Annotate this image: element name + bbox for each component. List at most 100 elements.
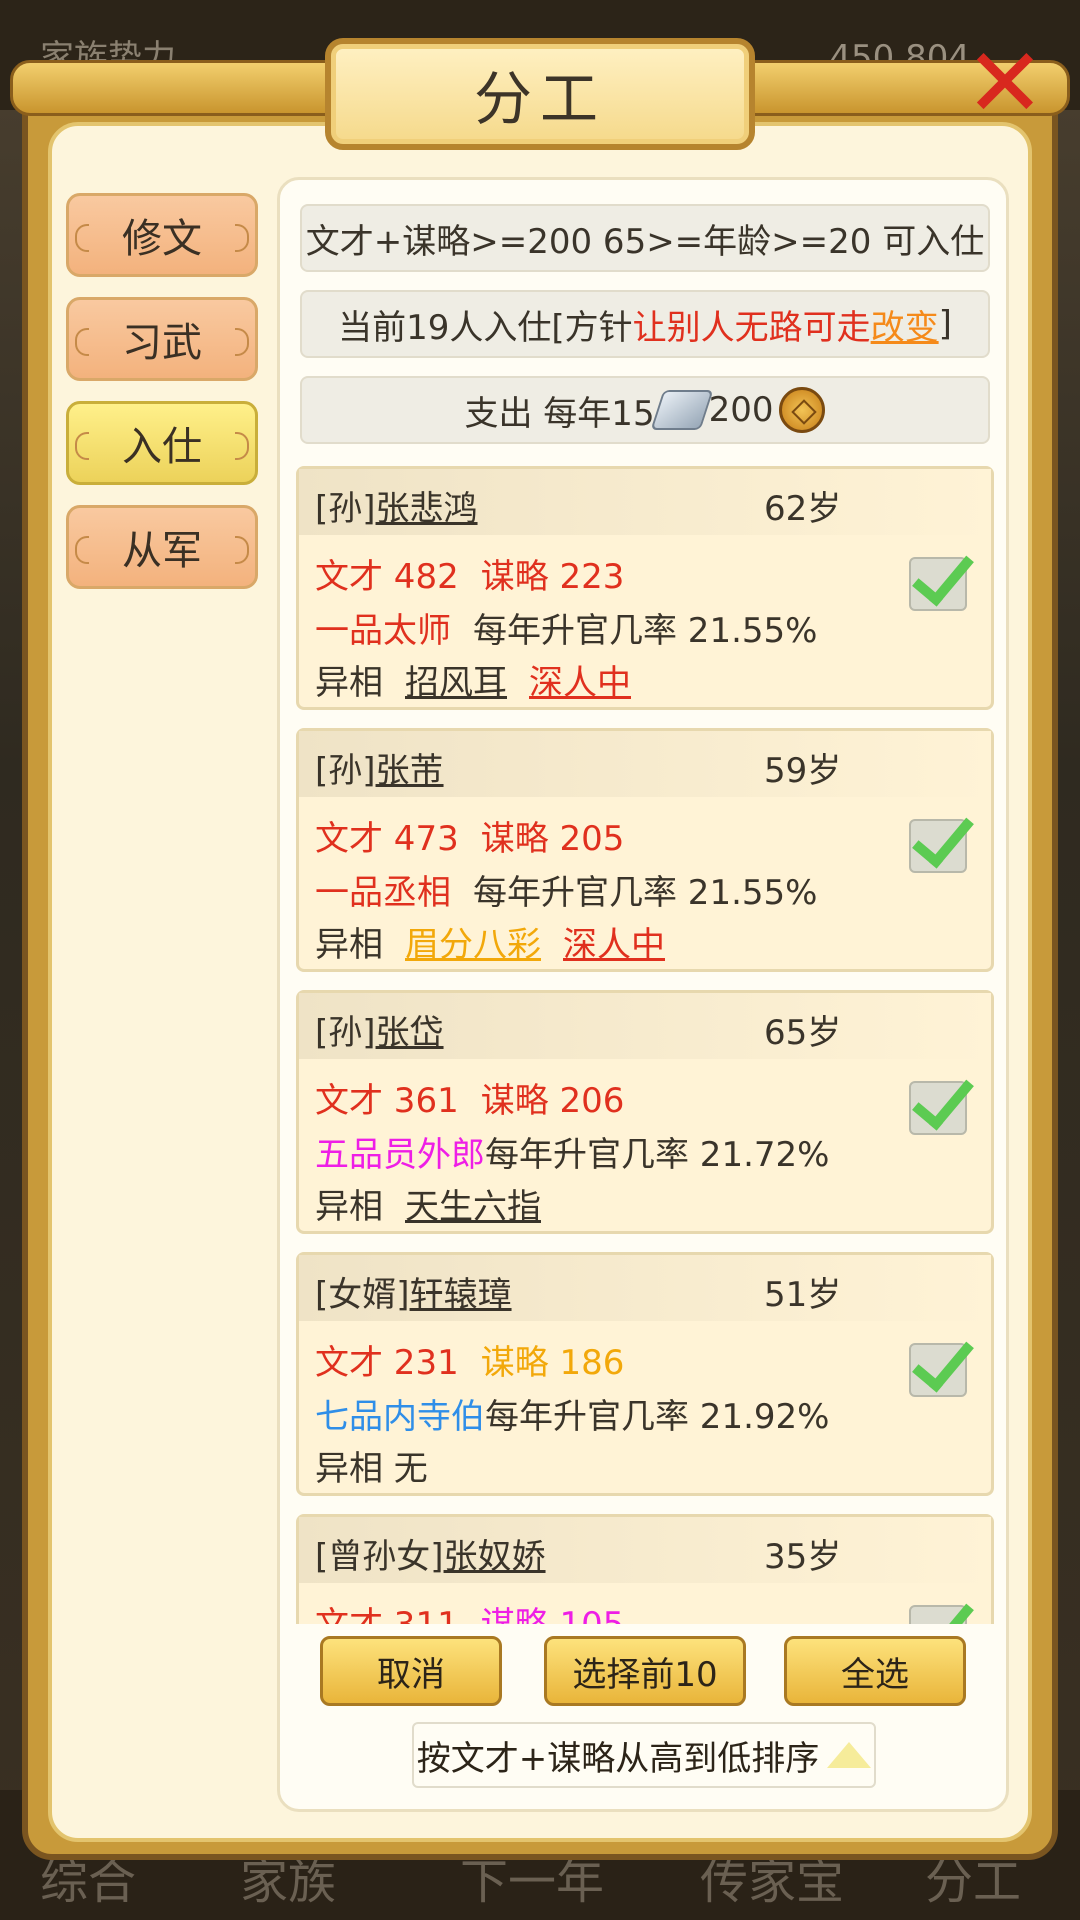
change-policy-link[interactable]: 改变 bbox=[871, 300, 939, 349]
traits-line: 异相 招风耳 深人中 bbox=[315, 655, 631, 704]
close-x-icon[interactable]: ✕ bbox=[955, 28, 1055, 138]
official-name: [孙]张芾 bbox=[315, 743, 444, 792]
policy-name: 让别人无路可走 bbox=[632, 307, 871, 348]
official-name: [曾孙女]张奴娇 bbox=[315, 1529, 546, 1578]
select-top10-label: 选择前10 bbox=[572, 1654, 718, 1695]
official-age: 65岁 bbox=[764, 1013, 842, 1053]
traits-label: 异相 bbox=[315, 925, 383, 965]
trait-tag[interactable]: 眉分八彩 bbox=[405, 925, 541, 965]
tab-office[interactable]: 入仕 bbox=[66, 401, 258, 485]
rank-line: 一品丞相 每年升官几率 21.55% bbox=[315, 865, 817, 914]
rank-label: 一品太师 bbox=[315, 611, 451, 651]
name-link[interactable]: 张芾 bbox=[376, 751, 444, 791]
rank-label: 一品丞相 bbox=[315, 873, 451, 913]
moulue-stat: 谋略 105 bbox=[481, 1605, 625, 1624]
relation-label: [孙] bbox=[315, 751, 376, 791]
promo-rate: 每年升官几率 21.72% bbox=[485, 1135, 830, 1175]
select-all-label: 全选 bbox=[841, 1654, 909, 1695]
stats-line: 文才 311 谋略 105 bbox=[315, 1597, 624, 1624]
select-top10-button[interactable]: 选择前10 bbox=[544, 1636, 746, 1706]
trait-tag[interactable]: 天生六指 bbox=[405, 1187, 541, 1227]
name-link[interactable]: 张奴娇 bbox=[444, 1537, 546, 1577]
tab-martial[interactable]: 习武 bbox=[66, 297, 258, 381]
wencai-stat: 文才 473 bbox=[315, 819, 459, 859]
tab-military[interactable]: 从军 bbox=[66, 505, 258, 589]
relation-label: [女婿] bbox=[315, 1275, 410, 1315]
moulue-stat: 谋略 186 bbox=[480, 1343, 625, 1383]
cancel-button[interactable]: 取消 bbox=[320, 1636, 502, 1706]
wencai-stat: 文才 311 bbox=[315, 1605, 459, 1624]
official-age: 51岁 bbox=[764, 1275, 842, 1315]
trait-tag[interactable]: 深人中 bbox=[529, 663, 631, 703]
expense-row: 支出 每年15 200 bbox=[300, 376, 990, 444]
name-link[interactable]: 张岱 bbox=[376, 1013, 444, 1053]
moulue-stat: 谋略 205 bbox=[480, 819, 625, 859]
stats-line: 文才 473 谋略 205 bbox=[315, 811, 624, 860]
requirement-text: 文才+谋略>=200 65>=年龄>=20 可入仕 bbox=[305, 221, 985, 262]
status-prefix: 当前19人入仕[方针 bbox=[338, 307, 633, 348]
official-age: 35岁 bbox=[764, 1537, 842, 1577]
traits-label: 异相 无 bbox=[315, 1449, 428, 1489]
name-link[interactable]: 张悲鸿 bbox=[376, 489, 478, 529]
traits-line: 异相 天生六指 bbox=[315, 1179, 541, 1228]
relation-label: [孙] bbox=[315, 1013, 376, 1053]
select-all-button[interactable]: 全选 bbox=[784, 1636, 966, 1706]
traits-label: 异相 bbox=[315, 663, 383, 703]
triangle-up-icon bbox=[827, 1742, 872, 1768]
rank-label: 七品内寺伯 bbox=[315, 1397, 485, 1437]
traits-label: 异相 bbox=[315, 1187, 383, 1227]
official-name: [女婿]轩辕璋 bbox=[315, 1267, 512, 1316]
relation-label: [曾孙女] bbox=[315, 1537, 444, 1577]
trait-tag[interactable]: 招风耳 bbox=[405, 663, 507, 703]
official-card: [曾孙女]张奴娇 35岁 文才 311 谋略 105 bbox=[296, 1514, 994, 1624]
promo-rate: 每年升官几率 21.92% bbox=[485, 1397, 830, 1437]
official-card: [女婿]轩辕璋 51岁 文才 231 谋略 186 七品内寺伯每年升官几率 21.… bbox=[296, 1252, 994, 1496]
select-checkbox[interactable] bbox=[909, 1605, 967, 1624]
cancel-label: 取消 bbox=[377, 1654, 445, 1695]
official-card: [孙]张岱 65岁 文才 361 谋略 206 五品员外郎每年升官几率 21.72… bbox=[296, 990, 994, 1234]
wencai-stat: 文才 361 bbox=[315, 1081, 459, 1121]
rank-line: 五品员外郎每年升官几率 21.72% bbox=[315, 1127, 829, 1176]
rank-line: 七品内寺伯每年升官几率 21.92% bbox=[315, 1389, 829, 1438]
wencai-stat: 文才 482 bbox=[315, 557, 459, 597]
tab-study[interactable]: 修文 bbox=[66, 193, 258, 277]
moulue-stat: 谋略 206 bbox=[480, 1081, 625, 1121]
official-age: 62岁 bbox=[764, 489, 842, 529]
select-checkbox[interactable] bbox=[909, 1081, 967, 1135]
rank-label: 五品员外郎 bbox=[315, 1135, 485, 1175]
tab-label: 从军 bbox=[122, 528, 202, 574]
select-checkbox[interactable] bbox=[909, 557, 967, 611]
tab-label: 入仕 bbox=[122, 424, 202, 470]
promo-rate: 每年升官几率 21.55% bbox=[473, 873, 818, 913]
moulue-stat: 谋略 223 bbox=[480, 557, 625, 597]
select-checkbox[interactable] bbox=[909, 1343, 967, 1397]
stats-line: 文才 361 谋略 206 bbox=[315, 1073, 624, 1122]
traits-line: 异相 无 bbox=[315, 1441, 428, 1490]
official-name: [孙]张悲鸿 bbox=[315, 481, 478, 530]
relation-label: [孙] bbox=[315, 489, 376, 529]
name-link[interactable]: 轩辕璋 bbox=[410, 1275, 512, 1315]
dialog-title-plate: 分工 bbox=[325, 38, 755, 150]
tab-label: 习武 bbox=[122, 320, 202, 366]
copper-coin-icon bbox=[779, 387, 826, 433]
silver-ingot-icon bbox=[650, 390, 714, 430]
status-row: 当前19人入仕[方针 让别人无路可走 改变] bbox=[300, 290, 990, 358]
official-card: [孙]张悲鸿 62岁 文才 482 谋略 223 一品太师 每年升官几率 21.55… bbox=[296, 466, 994, 710]
traits-line: 异相 眉分八彩 深人中 bbox=[315, 917, 665, 966]
expense-label: 支出 每年15 bbox=[464, 393, 655, 434]
official-list[interactable]: [孙]张悲鸿 62岁 文才 482 谋略 223 一品太师 每年升官几率 21.55… bbox=[296, 466, 994, 1624]
promo-rate: 每年升官几率 21.55% bbox=[473, 611, 818, 651]
select-checkbox[interactable] bbox=[909, 819, 967, 873]
stats-line: 文才 231 谋略 186 bbox=[315, 1335, 624, 1384]
sort-selector[interactable]: 按文才+谋略从高到低排序 bbox=[412, 1722, 876, 1788]
rank-line: 一品太师 每年升官几率 21.55% bbox=[315, 603, 817, 652]
official-name: [孙]张岱 bbox=[315, 1005, 444, 1054]
trait-tag[interactable]: 深人中 bbox=[563, 925, 665, 965]
wencai-stat: 文才 231 bbox=[315, 1343, 459, 1383]
content-panel: 文才+谋略>=200 65>=年龄>=20 可入仕 当前19人入仕[方针 让别人无… bbox=[277, 177, 1009, 1812]
expense-coin-amount: 200 bbox=[708, 390, 774, 430]
official-card: [孙]张芾 59岁 文才 473 谋略 205 一品丞相 每年升官几率 21.55%… bbox=[296, 728, 994, 972]
tab-label: 修文 bbox=[122, 216, 202, 262]
requirement-row: 文才+谋略>=200 65>=年龄>=20 可入仕 bbox=[300, 204, 990, 272]
official-age: 59岁 bbox=[764, 751, 842, 791]
